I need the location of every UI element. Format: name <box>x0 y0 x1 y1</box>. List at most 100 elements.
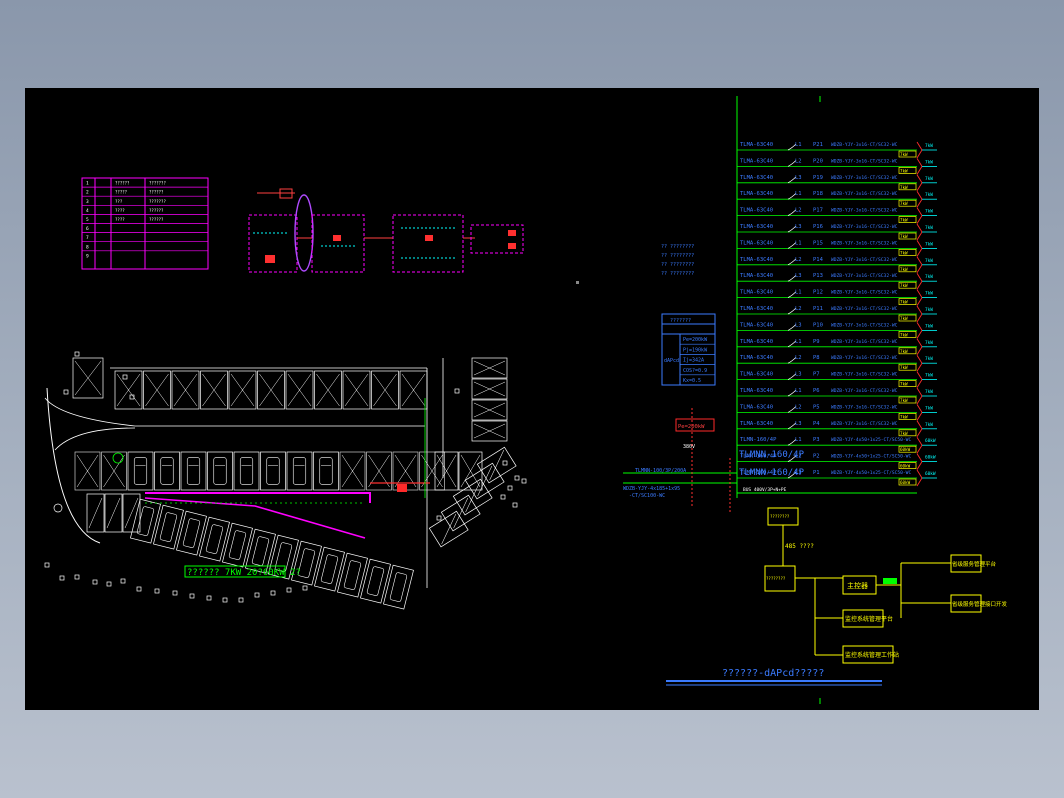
circuit-breaker: TLMA-63C40 <box>740 355 773 361</box>
bollard <box>44 562 50 568</box>
circuit-tag: 7kW <box>925 192 933 198</box>
capacity-row: Ij=342A <box>683 358 704 364</box>
circuit-cable: WDZB-YJY-3x16-CT/SC32-WC <box>831 339 898 345</box>
parking-stall <box>104 493 123 533</box>
parking-stall <box>86 493 105 533</box>
parking-stall <box>371 370 399 410</box>
circuit-cable: WDZB-YJY-3x16-CT/SC32-WC <box>831 175 898 181</box>
cad-drawing-canvas[interactable]: 1????????????? 2??????????? 3?????????? 4??… <box>25 88 1039 710</box>
circuit-tag: 7kW <box>925 373 933 379</box>
legend-row-no: 8 <box>86 244 89 250</box>
legend-row-name: ????? <box>115 190 128 195</box>
circuit-breaker: TLMA-63C40 <box>740 158 773 164</box>
incoming-feed: Pe=200kW 380V TLMNN-100/3P/200A WDZB-YJY… <box>623 408 737 513</box>
parking-stall <box>222 522 253 568</box>
circuit-tag: 7kW <box>925 340 933 346</box>
circuit-row: TLMA-63C40 L3 P19 WDZB-YJY-3x16-CT/SC32-WC7… <box>737 174 937 192</box>
circuit-row: TLMA-63C40 L1 P15 WDZB-YJY-3x16-CT/SC32-WC7… <box>737 240 937 257</box>
circuit-breaker: TLMA-63C40 <box>740 224 773 230</box>
parking-stall <box>122 493 141 533</box>
circuit-phase: L2 <box>795 257 802 263</box>
circuit-load: 7kW <box>900 201 908 206</box>
circuit-breaker: TLMA-63C40 <box>740 191 773 197</box>
parking-stall <box>176 510 207 556</box>
circuit-breaker: TLMA-63C40 <box>740 404 773 410</box>
circuit-row: TLMA-63C40 L3 P13 WDZB-YJY-3x16-CT/SC32-WC7… <box>737 272 937 290</box>
circuit-id: P6 <box>813 388 820 394</box>
circuit-tag: 60kW <box>925 438 936 444</box>
circuit-phase: L3 <box>795 224 802 230</box>
circuit-phase: L3 <box>795 322 802 328</box>
circuit-cable: WDZB-YJY-3x16-CT/SC32-WC <box>831 158 898 164</box>
circuit-breaker: TLMA-63C40 <box>740 273 773 279</box>
parking-stall <box>233 451 260 491</box>
circuit-cable: WDZB-YJY-4x50+1x25-CT/SC50-WC <box>831 437 911 443</box>
diagram-title: ??????-dAPcd????? <box>722 668 824 679</box>
circuit-phase: L1 <box>795 339 802 345</box>
parking-stall <box>180 451 207 491</box>
parking-stall <box>471 420 508 442</box>
circuit-phase: L3 <box>795 372 802 378</box>
circuit-breaker: TLMA-63C40 <box>740 306 773 312</box>
parking-stall <box>471 399 508 421</box>
legend-row-no: 2 <box>86 190 89 196</box>
parking-stall <box>114 370 143 410</box>
circuit-load: 7kW <box>900 316 908 321</box>
circuit-id: P8 <box>813 355 820 361</box>
circuit-row: TLMA-63C40 L2 P20 WDZB-YJY-3x16-CT/SC32-WC7… <box>737 158 937 175</box>
circuit-tag: 7kW <box>925 307 933 313</box>
circuit-tag: 7kW <box>925 143 933 149</box>
circuit-breaker: TLMA-63C40 <box>740 208 773 214</box>
feed-incoming-label: TLMNN-100/3P/200A <box>635 468 686 474</box>
circuit-phase: L2 <box>795 355 802 361</box>
circuit-load: 60kW <box>900 480 911 485</box>
circuit-cable: WDZB-YJY-3x16-CT/SC32-WC <box>831 404 898 410</box>
circuit-breaker: TLMA-63C40 <box>740 142 773 148</box>
circuit-id: P7 <box>813 372 820 378</box>
circuit-load: 7kW <box>900 168 908 173</box>
circuit-breaker: TLMA-63C40 <box>740 175 773 181</box>
circuit-row: TLMA-63C40 L2 P5 WDZB-YJY-3x16-CT/SC32-WC7k… <box>737 404 937 421</box>
circuit-load: 7kW <box>900 365 908 370</box>
circuit-cable: WDZB-YJY-3x16-CT/SC32-WC <box>831 142 898 148</box>
feed-cable-label-2: -CT/SC100-WC <box>629 493 665 499</box>
parking-stall <box>291 540 322 586</box>
circuit-row: TLMA-63C40 L1 P12 WDZB-YJY-3x16-CT/SC32-WC7… <box>737 289 937 306</box>
bollard <box>120 578 126 584</box>
circuit-row: TLMA-63C40 L3 P10 WDZB-YJY-3x16-CT/SC32-WC7… <box>737 322 937 339</box>
parking-stall <box>74 451 101 491</box>
parking-stall <box>72 357 104 399</box>
note-line: ?? ???????? <box>661 262 694 268</box>
circuit-tag: 7kW <box>925 291 933 297</box>
capacity-row: COS?=0.9 <box>683 368 707 374</box>
circuit-id: P1 <box>813 470 820 476</box>
circuit-phase: L3 <box>795 273 802 279</box>
main-ctrl-label: 主控器 <box>847 581 868 590</box>
legend-row-no: 6 <box>86 226 89 232</box>
circuit-row: TLMA-63C40 L3 P4 WDZB-YJY-3x16-CT/SC32-WC7k… <box>737 420 937 438</box>
circuit-cable: WDZB-YJY-3x16-CT/SC32-WC <box>831 355 898 361</box>
circuit-cable: WDZB-YJY-3x16-CT/SC32-WC <box>831 257 898 263</box>
bus-485-label: 485 ???? <box>785 543 814 550</box>
system-diagram: TLMA-63C40 L1 P21 WDZB-YJY-3x16-CT/SC32-WC7… <box>623 96 1008 704</box>
circuit-tag: 60kW <box>925 471 936 477</box>
parking-stall <box>366 451 392 491</box>
parking-stall <box>399 370 428 410</box>
bollard <box>92 579 98 585</box>
circuit-id: P2 <box>813 454 820 460</box>
parking-stall <box>339 451 366 491</box>
parking-stall <box>171 370 200 410</box>
circuit-cable: WDZB-YJY-3x16-CT/SC32-WC <box>831 191 898 197</box>
circuit-id: P5 <box>813 404 820 410</box>
parking-stall <box>434 451 459 491</box>
circuit-tag: 7kW <box>925 389 933 395</box>
circuit-load: 7kW <box>900 300 908 305</box>
circuit-cable: WDZB-YJY-3x16-CT/SC32-WC <box>831 421 898 427</box>
parking-stall <box>127 451 154 491</box>
circuit-row: TLMA-63C40 L2 P11 WDZB-YJY-3x16-CT/SC32-WC7… <box>737 305 937 323</box>
circuit-cable: WDZB-YJY-3x16-CT/SC32-WC <box>831 240 898 246</box>
top-schematic <box>248 188 524 273</box>
control-system <box>764 507 982 664</box>
bollard <box>172 590 178 596</box>
parking-stall <box>313 451 339 491</box>
